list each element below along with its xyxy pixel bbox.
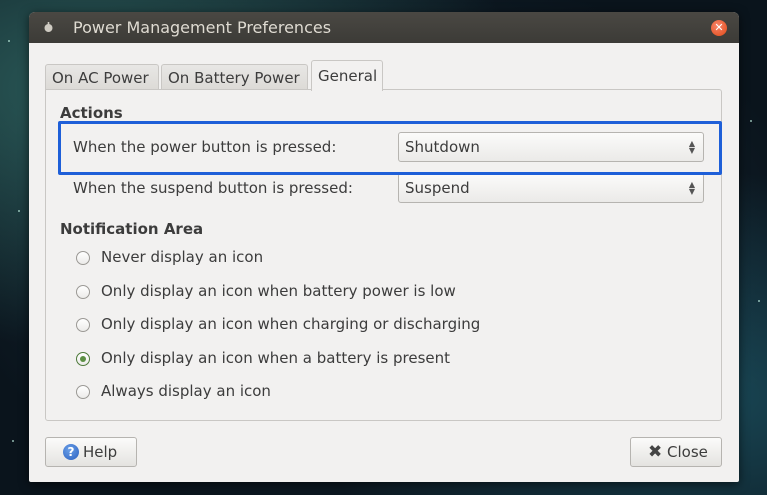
power-icon bbox=[44, 22, 53, 32]
radio-button[interactable] bbox=[76, 385, 90, 399]
suspend-button-value: Suspend bbox=[405, 179, 470, 197]
spinner-arrows-icon: ▲ ▼ bbox=[688, 180, 695, 196]
tab-on-ac-power[interactable]: On AC Power bbox=[45, 64, 159, 90]
title-bar[interactable]: Power Management Preferences ✕ bbox=[29, 12, 739, 43]
notification-area-heading: Notification Area bbox=[60, 220, 204, 238]
close-button[interactable]: ✖ Close bbox=[630, 437, 722, 467]
close-icon[interactable]: ✕ bbox=[711, 20, 727, 36]
suspend-button-label: When the suspend button is pressed: bbox=[73, 179, 353, 197]
background-star bbox=[12, 440, 14, 442]
radio-button[interactable] bbox=[76, 285, 90, 299]
tab-general[interactable]: General bbox=[311, 60, 383, 91]
radio-label: Only display an icon when charging or di… bbox=[101, 315, 481, 333]
power-button-highlight bbox=[58, 121, 722, 175]
x-icon: ✖ bbox=[648, 442, 663, 462]
radio-button-checked[interactable] bbox=[76, 352, 90, 366]
actions-heading: Actions bbox=[60, 104, 123, 122]
background-star bbox=[750, 120, 752, 122]
radio-label: Always display an icon bbox=[101, 382, 271, 400]
radio-label: Only display an icon when a battery is p… bbox=[101, 349, 451, 367]
radio-button[interactable] bbox=[76, 251, 90, 265]
power-preferences-window: Power Management Preferences ✕ On AC Pow… bbox=[29, 12, 739, 482]
help-button[interactable]: ? Help bbox=[45, 437, 137, 467]
help-icon: ? bbox=[63, 444, 79, 460]
radio-button[interactable] bbox=[76, 318, 90, 332]
suspend-button-combo[interactable]: Suspend ▲ ▼ bbox=[398, 173, 704, 203]
window-title: Power Management Preferences bbox=[73, 18, 332, 37]
radio-label: Never display an icon bbox=[101, 248, 264, 266]
help-button-label: Help bbox=[83, 443, 118, 461]
background-star bbox=[758, 300, 760, 302]
tab-on-battery-power[interactable]: On Battery Power bbox=[161, 64, 308, 90]
background-star bbox=[18, 210, 20, 212]
close-button-label: Close bbox=[667, 443, 708, 461]
background-star bbox=[8, 40, 10, 42]
radio-label: Only display an icon when battery power … bbox=[101, 282, 456, 300]
